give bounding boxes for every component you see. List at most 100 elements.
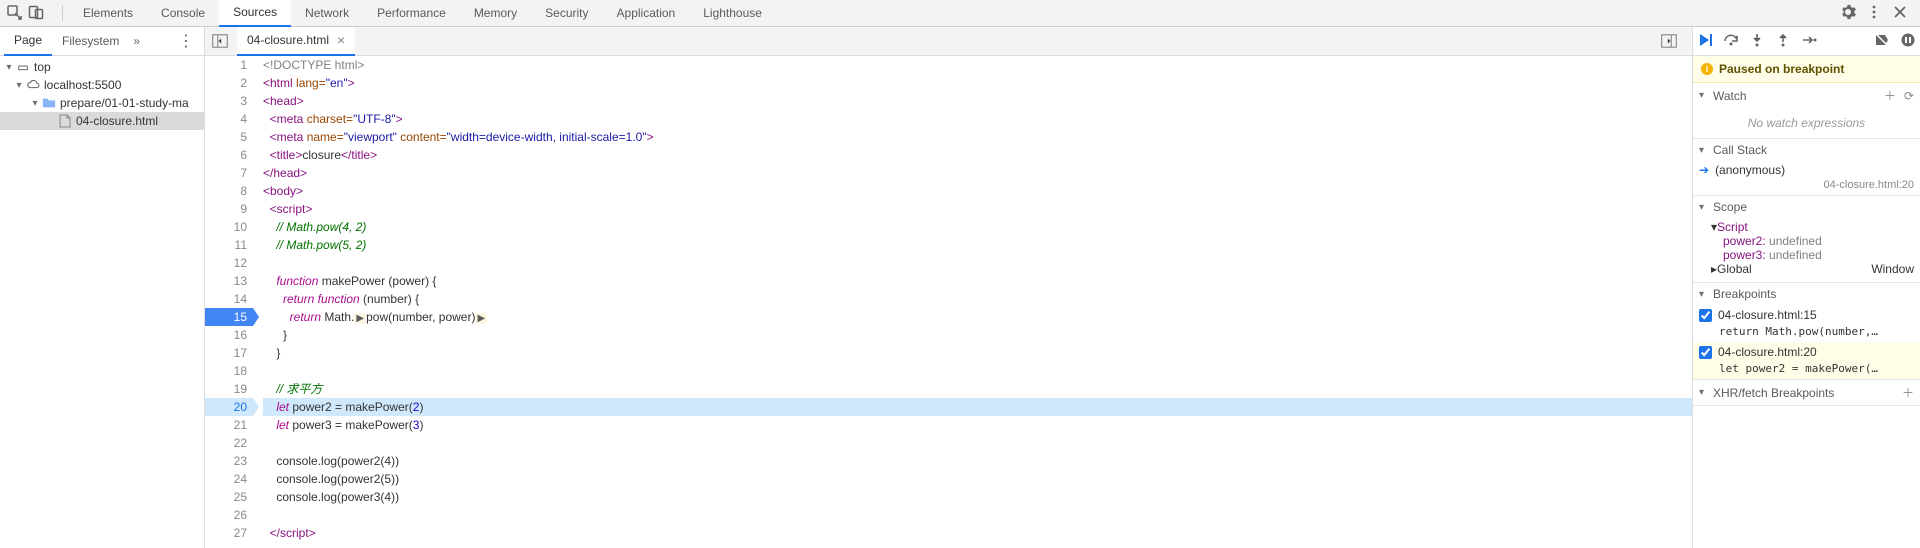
code-line[interactable]: let power2 = makePower(2) (263, 398, 1692, 416)
line-number[interactable]: 18 (205, 362, 253, 380)
line-number[interactable]: 1 (205, 56, 253, 74)
step-icon[interactable] (1801, 32, 1817, 51)
line-number[interactable]: 6 (205, 146, 253, 164)
line-number[interactable]: 25 (205, 488, 253, 506)
watch-header[interactable]: ▾Watch＋⟳ (1693, 83, 1920, 108)
tree-top[interactable]: ▾▭top (0, 58, 204, 76)
deactivate-breakpoints-icon[interactable] (1874, 32, 1890, 51)
breakpoints-header[interactable]: ▾Breakpoints (1693, 283, 1920, 305)
step-out-icon[interactable] (1775, 32, 1791, 51)
navigator-menu-icon[interactable]: ⋮ (172, 31, 200, 51)
tree-folder[interactable]: ▾prepare/01-01-study-ma (0, 94, 204, 112)
main-tab-network[interactable]: Network (291, 0, 363, 27)
tree-origin[interactable]: ▾localhost:5500 (0, 76, 204, 94)
main-tab-performance[interactable]: Performance (363, 0, 460, 27)
code-line[interactable]: function makePower (power) { (263, 272, 1692, 290)
scope-header[interactable]: ▾Scope (1693, 196, 1920, 218)
line-number[interactable]: 15 (205, 308, 253, 326)
code-line[interactable]: <!DOCTYPE html> (263, 56, 1692, 74)
pause-exceptions-icon[interactable] (1900, 32, 1916, 51)
line-number[interactable]: 4 (205, 110, 253, 128)
code-line[interactable]: console.log(power2(4)) (263, 452, 1692, 470)
add-watch-icon[interactable]: ＋ (1884, 87, 1896, 104)
line-number[interactable]: 22 (205, 434, 253, 452)
code-line[interactable]: <head> (263, 92, 1692, 110)
code-line[interactable]: </head> (263, 164, 1692, 182)
scope-var[interactable]: power2: undefined (1711, 234, 1914, 248)
line-number[interactable]: 24 (205, 470, 253, 488)
code-line[interactable]: <meta name="viewport" content="width=dev… (263, 128, 1692, 146)
callstack-header[interactable]: ▾Call Stack (1693, 139, 1920, 161)
code-line[interactable]: } (263, 344, 1692, 362)
line-number[interactable]: 17 (205, 344, 253, 362)
close-tab-icon[interactable]: × (337, 32, 345, 48)
main-tab-lighthouse[interactable]: Lighthouse (689, 0, 776, 27)
line-number[interactable]: 19 (205, 380, 253, 398)
nav-tab-filesystem[interactable]: Filesystem (52, 27, 129, 56)
code-line[interactable]: // Math.pow(4, 2) (263, 218, 1692, 236)
add-xhr-icon[interactable]: ＋ (1902, 384, 1914, 401)
line-number[interactable]: 26 (205, 506, 253, 524)
main-tab-memory[interactable]: Memory (460, 0, 531, 27)
code-line[interactable] (263, 506, 1692, 524)
scope-script[interactable]: ▾Script (1711, 220, 1914, 234)
line-number[interactable]: 3 (205, 92, 253, 110)
code-line[interactable]: let power3 = makePower(3) (263, 416, 1692, 434)
breakpoint-item[interactable]: 04-closure.html:15 (1693, 305, 1920, 325)
main-tab-sources[interactable]: Sources (219, 0, 291, 27)
resume-icon[interactable] (1697, 32, 1713, 51)
code-line[interactable]: <meta charset="UTF-8"> (263, 110, 1692, 128)
show-debugger-icon[interactable] (1660, 32, 1678, 50)
device-toolbar-icon[interactable] (28, 4, 44, 23)
code-line[interactable]: return function (number) { (263, 290, 1692, 308)
breakpoint-checkbox[interactable] (1699, 346, 1712, 359)
code-line[interactable]: // Math.pow(5, 2) (263, 236, 1692, 254)
code-line[interactable]: </script> (263, 524, 1692, 542)
line-number[interactable]: 9 (205, 200, 253, 218)
show-navigator-icon[interactable] (211, 32, 229, 50)
code-line[interactable] (263, 254, 1692, 272)
line-number[interactable]: 21 (205, 416, 253, 434)
line-number[interactable]: 12 (205, 254, 253, 272)
code-line[interactable]: <body> (263, 182, 1692, 200)
stack-frame[interactable]: ➔(anonymous) (1693, 161, 1920, 179)
line-number[interactable]: 27 (205, 524, 253, 542)
code-line[interactable]: return Math.▶pow(number, power)▶ (263, 308, 1692, 326)
line-number[interactable]: 5 (205, 128, 253, 146)
code-line[interactable] (263, 362, 1692, 380)
nav-tab-page[interactable]: Page (4, 27, 52, 56)
close-devtools-icon[interactable] (1892, 4, 1908, 23)
code-editor[interactable]: 1234567891011121314151617181920212223242… (205, 56, 1692, 548)
step-into-icon[interactable] (1749, 32, 1765, 51)
tree-file[interactable]: 04-closure.html (0, 112, 204, 130)
editor-tab[interactable]: 04-closure.html × (237, 27, 355, 56)
main-tab-elements[interactable]: Elements (69, 0, 147, 27)
code-line[interactable]: console.log(power3(4)) (263, 488, 1692, 506)
inspect-element-icon[interactable] (6, 4, 22, 23)
line-number[interactable]: 8 (205, 182, 253, 200)
line-number[interactable]: 20 (205, 398, 253, 416)
code-line[interactable]: console.log(power2(5)) (263, 470, 1692, 488)
code-line[interactable]: <html lang="en"> (263, 74, 1692, 92)
code-line[interactable] (263, 434, 1692, 452)
main-tab-console[interactable]: Console (147, 0, 219, 27)
xhr-header[interactable]: ▾XHR/fetch Breakpoints＋ (1693, 380, 1920, 405)
line-number[interactable]: 23 (205, 452, 253, 470)
line-number[interactable]: 14 (205, 290, 253, 308)
code-line[interactable]: // 求平方 (263, 380, 1692, 398)
line-number[interactable]: 2 (205, 74, 253, 92)
refresh-watch-icon[interactable]: ⟳ (1904, 89, 1914, 103)
code-line[interactable]: <title>closure</title> (263, 146, 1692, 164)
step-over-icon[interactable] (1723, 32, 1739, 51)
line-number[interactable]: 10 (205, 218, 253, 236)
breakpoint-item[interactable]: 04-closure.html:20 (1693, 342, 1920, 362)
more-tabs-icon[interactable]: » (133, 34, 140, 48)
settings-gear-icon[interactable] (1840, 4, 1856, 23)
line-number[interactable]: 13 (205, 272, 253, 290)
line-number[interactable]: 16 (205, 326, 253, 344)
breakpoint-checkbox[interactable] (1699, 309, 1712, 322)
line-number[interactable]: 7 (205, 164, 253, 182)
code-line[interactable]: <script> (263, 200, 1692, 218)
kebab-menu-icon[interactable] (1866, 4, 1882, 23)
scope-var[interactable]: power3: undefined (1711, 248, 1914, 262)
